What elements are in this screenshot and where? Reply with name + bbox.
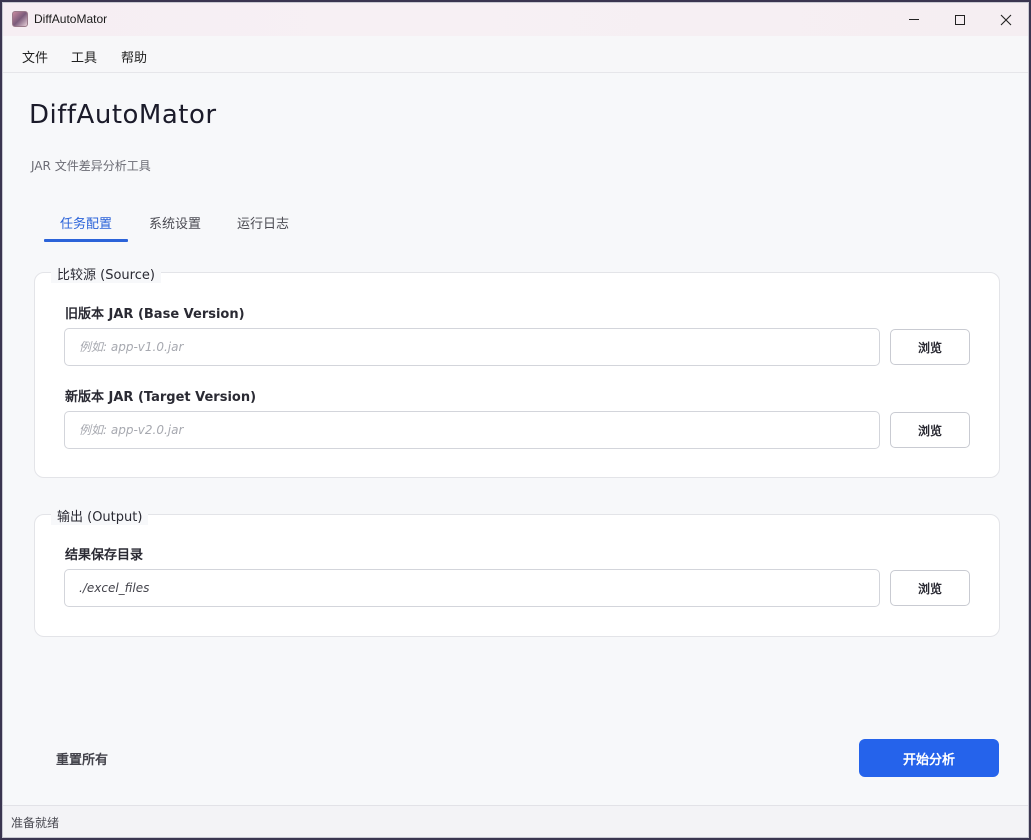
app-window: DiffAutoMator 文件 工具 帮助 DiffAutoMator JAR… [2,2,1029,838]
close-button[interactable] [983,3,1028,36]
target-version-input[interactable] [64,411,880,449]
reset-all-button[interactable]: 重置所有 [56,749,108,768]
base-version-label: 旧版本 JAR (Base Version) [65,307,245,322]
close-icon [1000,14,1012,25]
output-dir-label: 结果保存目录 [65,548,144,563]
main-content: DiffAutoMator JAR 文件差异分析工具 任务配置 系统设置 运行日… [3,73,1028,805]
status-bar: 准备就绪 [3,805,1028,837]
source-group: 比较源 (Source) 旧版本 JAR (Base Version) 浏览 新… [34,264,1000,478]
tab-system-settings[interactable]: 系统设置 [149,213,201,243]
menu-bar: 文件 工具 帮助 [3,36,1028,73]
output-browse-button[interactable]: 浏览 [890,570,970,606]
output-group: 输出 (Output) 结果保存目录 浏览 [34,506,1000,637]
window-title: DiffAutoMator [34,12,108,26]
tab-run-log[interactable]: 运行日志 [237,213,289,243]
output-dir-input[interactable] [64,569,880,607]
minimize-icon [909,19,919,20]
page-subtitle: JAR 文件差异分析工具 [31,159,151,173]
maximize-button[interactable] [937,3,983,36]
base-browse-button[interactable]: 浏览 [890,329,970,365]
maximize-icon [955,14,965,25]
menu-file[interactable]: 文件 [22,47,48,66]
start-analysis-button[interactable]: 开始分析 [859,739,999,777]
minimize-button[interactable] [891,3,937,36]
status-text: 准备就绪 [11,816,60,830]
output-group-legend: 输出 (Output) [51,506,149,525]
menu-tools[interactable]: 工具 [71,47,97,66]
menu-help[interactable]: 帮助 [121,47,147,66]
base-version-input[interactable] [64,328,880,366]
target-version-label: 新版本 JAR (Target Version) [65,390,257,405]
title-bar: DiffAutoMator [3,3,1028,36]
target-browse-button[interactable]: 浏览 [890,412,970,448]
active-tab-indicator [44,239,128,242]
source-group-legend: 比较源 (Source) [51,264,161,283]
app-icon [12,11,28,27]
page-title: DiffAutoMator [29,100,217,130]
